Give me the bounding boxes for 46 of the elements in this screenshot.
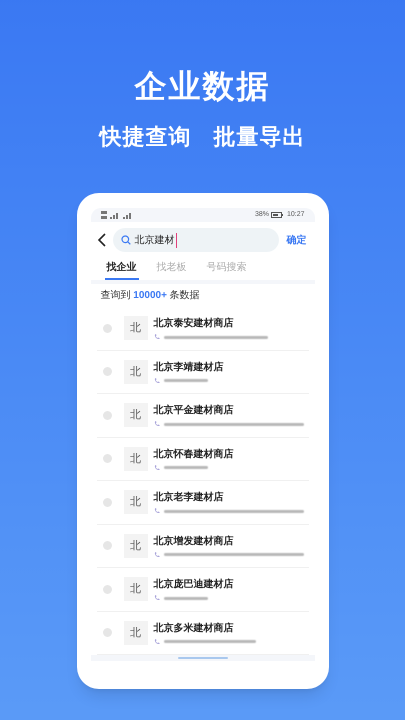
phone-icon <box>154 508 160 514</box>
company-name[interactable]: 北京平金建材商店 <box>154 403 304 418</box>
blurred-phone-number <box>164 466 208 470</box>
radio-button[interactable] <box>102 628 112 638</box>
company-name[interactable]: 北京庞巴迪建材店 <box>154 577 234 592</box>
company-avatar: 北 <box>124 534 148 558</box>
phone-icon <box>154 421 160 428</box>
phone-icon <box>154 378 160 384</box>
battery-icon <box>270 212 283 218</box>
search-field[interactable]: 北京建材 <box>112 228 278 252</box>
company-name[interactable]: 北京增发建材商店 <box>154 534 304 549</box>
confirm-button[interactable]: 确定 <box>284 232 308 248</box>
result-count: 查询到 10000+ 条数据 <box>100 288 201 303</box>
phone-icon <box>154 552 160 558</box>
company-name[interactable]: 北京泰安建材商店 <box>154 316 268 332</box>
search-icon <box>120 235 130 245</box>
phone-icon <box>154 595 160 602</box>
blurred-phone-number <box>164 596 208 600</box>
company-name[interactable]: 北京老李建材店 <box>154 490 304 506</box>
phone-icon <box>154 464 160 471</box>
radio-button[interactable] <box>102 410 112 420</box>
phone-icon <box>154 334 160 340</box>
subtitle: 批量导出 <box>214 123 306 151</box>
back-icon[interactable] <box>96 233 106 247</box>
subtitle: 快捷查询 <box>100 123 192 151</box>
company-avatar: 北 <box>124 620 148 645</box>
company-avatar: 北 <box>124 360 148 384</box>
company-avatar: 北 <box>124 446 148 471</box>
company-avatar: 北 <box>124 490 148 514</box>
home-indicator <box>178 657 228 659</box>
company-name[interactable]: 北京怀春建材商店 <box>154 446 234 462</box>
radio-button[interactable] <box>102 367 112 376</box>
search-text: 北京建材 <box>134 232 176 248</box>
company-avatar: 北 <box>124 316 148 340</box>
radio-button[interactable] <box>102 454 112 464</box>
radio-button[interactable] <box>102 541 112 550</box>
company-avatar: 北 <box>124 403 148 428</box>
company-avatar: 北 <box>124 577 148 602</box>
blurred-phone-number <box>164 379 208 382</box>
radio-button[interactable] <box>102 324 112 333</box>
radio-button[interactable] <box>102 584 112 594</box>
radio-button[interactable] <box>102 498 112 507</box>
headline: 企业数据 <box>134 67 270 106</box>
company-name[interactable]: 北京多米建材商店 <box>154 620 256 636</box>
company-name[interactable]: 北京李靖建材店 <box>154 360 224 375</box>
phone-icon <box>154 638 160 645</box>
